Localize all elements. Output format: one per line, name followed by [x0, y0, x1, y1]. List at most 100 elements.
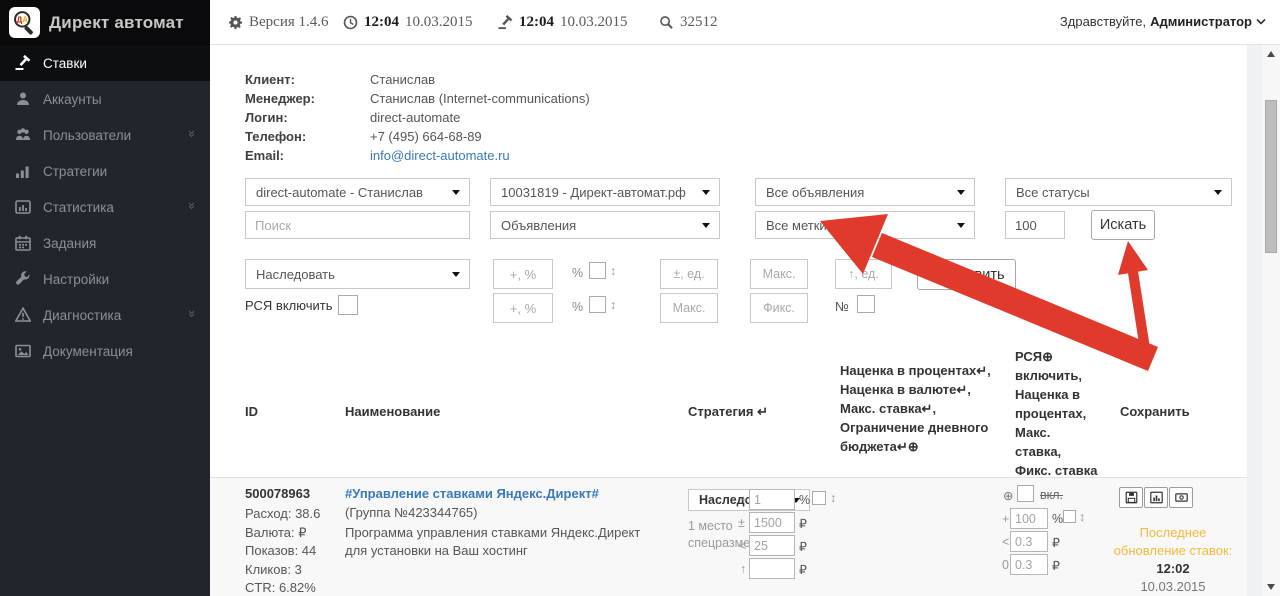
mass-fix-input[interactable]: [750, 293, 808, 323]
mass-max-input[interactable]: [750, 259, 808, 289]
num-checkbox[interactable]: [857, 295, 875, 313]
labels-select[interactable]: Все метки: [755, 211, 975, 239]
sidebar-item-label: Задания: [43, 236, 96, 251]
ruble-sign: ₽: [1052, 558, 1060, 573]
sidebar-item-diagnostics[interactable]: Диагностика »: [0, 297, 210, 333]
svg-text:ДА: ДА: [16, 16, 28, 25]
brand[interactable]: ДА Директ автомат: [0, 0, 210, 45]
header-line: ставка,: [1015, 442, 1110, 461]
mass-percent-input-2[interactable]: [493, 293, 553, 323]
search-input[interactable]: [245, 211, 470, 239]
row-description: Программа управления ставками Яндекс.Дир…: [345, 524, 660, 560]
manager-value: Станислав (Internet-communications): [370, 91, 590, 106]
mass-percent-input-1[interactable]: [493, 259, 553, 289]
phone-label: Телефон:: [245, 129, 306, 144]
user-menu[interactable]: Здравствуйте, Администратор: [1060, 14, 1266, 29]
row-statistics-button[interactable]: [1144, 487, 1168, 508]
rsya-fix-input[interactable]: [1010, 554, 1048, 575]
sync-time: 12:04 10.03.2015: [343, 12, 473, 32]
app-root: ДА Директ автомат Версия 1.4.6 12:04 10.…: [0, 0, 1280, 596]
mass-up-unit-input[interactable]: [835, 259, 892, 289]
sidebar-item-statistics[interactable]: Статистика »: [0, 189, 210, 225]
header-line: Наценка в процентах↵,: [840, 361, 1020, 380]
ruble-sign: ₽: [799, 562, 807, 577]
bid-max-input[interactable]: [749, 535, 795, 556]
last-update-time: 12:02: [1113, 560, 1233, 578]
greeting-text: Здравствуйте,: [1060, 14, 1146, 29]
account-select[interactable]: direct-automate - Станислав: [245, 178, 470, 206]
entity-select[interactable]: Объявления: [490, 211, 720, 239]
caret-down-icon: [702, 223, 710, 228]
col-header-markup[interactable]: Наценка в процентах↵, Наценка в валюте↵,…: [840, 361, 1020, 456]
col-header-id: ID: [245, 402, 258, 421]
campaign-select[interactable]: 10031819 - Директ-автомат.рф: [490, 178, 720, 206]
scroll-up-arrow[interactable]: [1267, 51, 1275, 57]
header-line: Макс.: [1015, 423, 1110, 442]
sidebar-item-label: Настройки: [43, 272, 109, 287]
header-line: Макс. ставка↵,: [840, 399, 1020, 418]
header-line: Ограничение дневного: [840, 418, 1020, 437]
percent-sign: %: [572, 300, 583, 314]
last-update-line: обновление ставок:: [1113, 542, 1233, 560]
version-label: Версия 1.4.6: [249, 14, 329, 31]
signal-bars-icon: [15, 163, 31, 179]
rsya-percent-input[interactable]: [1010, 508, 1048, 529]
floppy-icon: [1125, 491, 1138, 504]
ads-select[interactable]: Все объявления: [755, 178, 975, 206]
col-header-rsya[interactable]: РСЯ⊕ включить, Наценка в процентах, Макс…: [1015, 347, 1110, 480]
sidebar-item-label: Диагностика: [43, 308, 121, 323]
bid-updown-checkbox[interactable]: [812, 491, 826, 505]
rsya-max-input[interactable]: [1010, 531, 1048, 552]
users-icon: [15, 127, 31, 143]
bid-date-value: 10.03.2015: [560, 14, 628, 31]
email-link[interactable]: info@direct-automate.ru: [370, 148, 510, 163]
circled-plus-icon: ⊕: [1003, 488, 1013, 503]
bid-prefix: <: [739, 539, 746, 553]
sidebar-item-documentation[interactable]: Документация: [0, 333, 210, 369]
person-icon: [15, 91, 31, 107]
entity-select-value: Объявления: [501, 218, 576, 233]
sidebar-item-accounts[interactable]: Аккаунты: [0, 81, 210, 117]
version-info: Версия 1.4.6: [228, 12, 329, 32]
bid-time-value: 12:04: [519, 14, 554, 31]
updown-arrow-icon: ↕: [610, 264, 616, 278]
wrench-icon: [15, 271, 31, 287]
sidebar-item-tasks[interactable]: Задания: [0, 225, 210, 261]
status-select[interactable]: Все статусы: [1005, 178, 1232, 206]
bid-currency-input[interactable]: [749, 512, 795, 533]
vertical-scrollbar[interactable]: [1262, 45, 1280, 596]
scrollbar-thumb[interactable]: [1265, 100, 1277, 253]
scroll-down-arrow[interactable]: [1267, 584, 1275, 590]
apply-button[interactable]: Установить: [917, 259, 1016, 290]
mass-updown-checkbox-1[interactable]: [589, 262, 606, 279]
sidebar-item-strategies[interactable]: Стратегии: [0, 153, 210, 189]
percent-sign: %: [572, 266, 583, 280]
rsya-updown-checkbox[interactable]: [1063, 510, 1076, 523]
bid-time: 12:04 10.03.2015: [498, 12, 628, 32]
mass-strategy-select[interactable]: Наследовать: [245, 259, 470, 289]
row-title-link[interactable]: #Управление ставками Яндекс.Директ#: [345, 486, 599, 501]
calendar-icon: [15, 235, 31, 251]
sidebar-item-settings[interactable]: Настройки: [0, 261, 210, 297]
save-row-button[interactable]: [1119, 487, 1143, 508]
submenu-chevron-icon: »: [185, 130, 200, 137]
bid-prefix: ↑: [740, 562, 746, 576]
search-button[interactable]: Искать: [1091, 210, 1155, 240]
mass-updown-checkbox-2[interactable]: [589, 296, 606, 313]
row-budget-button[interactable]: [1169, 487, 1193, 508]
limit-input[interactable]: [1005, 211, 1065, 239]
ads-select-value: Все объявления: [766, 185, 864, 200]
client-value: Станислав: [370, 72, 435, 87]
col-header-strategy[interactable]: Стратегия ↵: [688, 402, 768, 421]
sidebar-item-bids[interactable]: Ставки: [0, 45, 210, 81]
bid-budget-input[interactable]: [749, 558, 795, 579]
mass-pm-unit-input[interactable]: [660, 259, 718, 289]
phone-value: +7 (495) 664-68-89: [370, 129, 482, 144]
rsya-toggle-checkbox[interactable]: [338, 295, 358, 315]
bid-percent-input[interactable]: [749, 489, 795, 510]
bid-prefix: +: [740, 493, 747, 507]
rsya-enable-checkbox[interactable]: [1017, 485, 1034, 502]
sidebar-item-users[interactable]: Пользователи »: [0, 117, 210, 153]
mass-max2-input[interactable]: [660, 293, 718, 323]
rsya-enable-label: вкл.: [1040, 488, 1063, 502]
